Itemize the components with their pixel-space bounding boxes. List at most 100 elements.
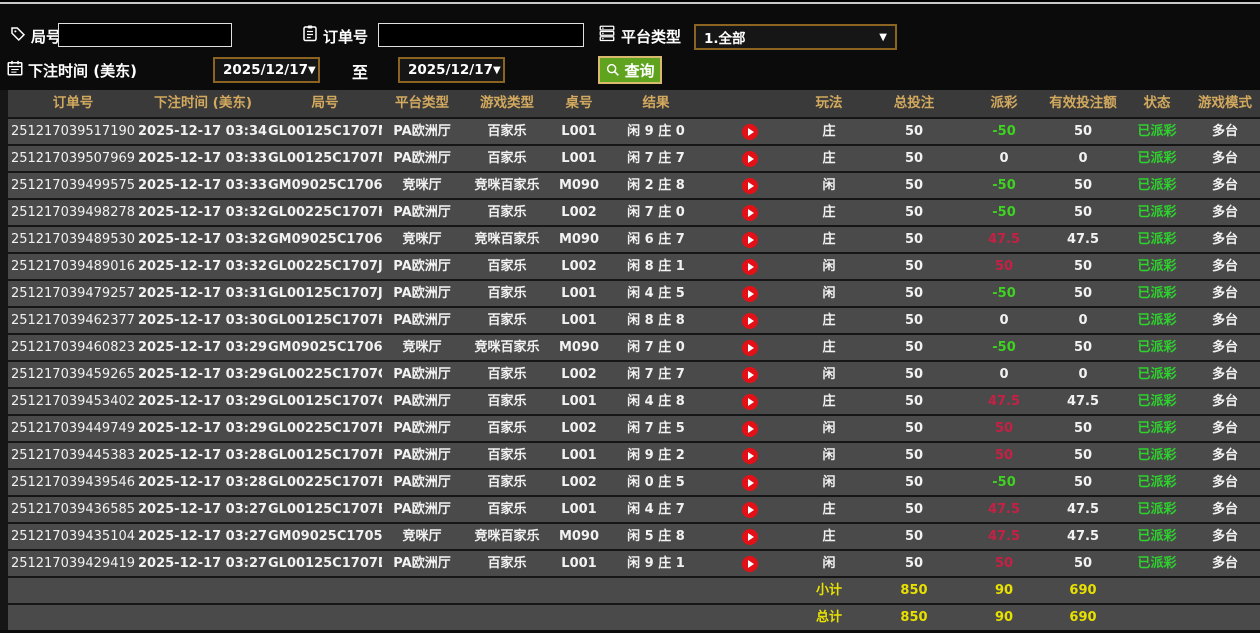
cell-bet: 50 xyxy=(864,254,964,279)
cell-table_no: M090 xyxy=(552,335,606,360)
cell-replay xyxy=(706,254,794,279)
play-icon[interactable] xyxy=(742,259,758,275)
cell-order: 251217039489016 xyxy=(8,254,138,279)
cell-platform: PA欧洲厅 xyxy=(382,119,462,144)
cell-valid: 50 xyxy=(1044,119,1122,144)
play-icon[interactable] xyxy=(742,340,758,356)
round-input[interactable] xyxy=(58,23,232,47)
cell-order: 251217039435104 xyxy=(8,524,138,549)
cell-game: 百家乐 xyxy=(462,443,552,468)
column-header: 局号 xyxy=(268,90,382,117)
cell-round: GL00225C1707K xyxy=(268,200,382,225)
play-icon[interactable] xyxy=(742,205,758,221)
cell-valid: 50 xyxy=(1044,335,1122,360)
cell-mode: 多台 xyxy=(1192,254,1258,279)
cell-valid: 0 xyxy=(1044,308,1122,333)
play-icon[interactable] xyxy=(742,448,758,464)
cell-status: 已派彩 xyxy=(1122,119,1192,144)
cell-status: 已派彩 xyxy=(1122,389,1192,414)
cell-replay xyxy=(706,146,794,171)
cell-valid: 50 xyxy=(1044,200,1122,225)
cell-result: 闲 7 庄 7 xyxy=(606,146,706,171)
cell-time: 2025-12-17 03:33:03 xyxy=(138,173,268,198)
orders-table: 订单号下注时间 (美东)局号平台类型游戏类型桌号结果玩法总投注派彩有效投注额状态… xyxy=(0,90,1260,630)
play-icon[interactable] xyxy=(742,421,758,437)
cell-status: 已派彩 xyxy=(1122,470,1192,495)
cell-bet: 50 xyxy=(864,470,964,495)
cell-platform: PA欧洲厅 xyxy=(382,443,462,468)
cell-game: 百家乐 xyxy=(462,146,552,171)
cell-play: 庄 xyxy=(794,335,864,360)
play-icon[interactable] xyxy=(742,556,758,572)
cell-order: 251217039489530 xyxy=(8,227,138,252)
cell-replay xyxy=(706,416,794,441)
column-header: 派彩 xyxy=(964,90,1044,117)
cell-game: 竞咪百家乐 xyxy=(462,227,552,252)
cell-mode: 多台 xyxy=(1192,551,1258,576)
cell-payout: 50 xyxy=(964,416,1044,441)
cell-table_no: L002 xyxy=(552,254,606,279)
cell-valid: 50 xyxy=(1044,281,1122,306)
play-icon[interactable] xyxy=(742,475,758,491)
cell-play: 闲 xyxy=(794,281,864,306)
date-from-select[interactable]: 2025/12/17 ▼ xyxy=(213,57,320,83)
cell-platform: PA欧洲厅 xyxy=(382,254,462,279)
cell-mode: 多台 xyxy=(1192,173,1258,198)
play-icon[interactable] xyxy=(742,232,758,248)
play-icon[interactable] xyxy=(742,178,758,194)
cell-platform: 竞咪厅 xyxy=(382,173,462,198)
cell-order: 251217039445383 xyxy=(8,443,138,468)
order-input[interactable] xyxy=(378,23,584,47)
table-row: 2512170395171902025-12-17 03:34:28GL0012… xyxy=(8,119,1260,144)
play-icon[interactable] xyxy=(742,394,758,410)
platform-select[interactable]: 1.全部 ▼ xyxy=(694,24,897,50)
total-valid: 690 xyxy=(1044,605,1122,630)
platform-select-value: 1.全部 xyxy=(704,27,746,47)
cell-platform: PA欧洲厅 xyxy=(382,362,462,387)
cell-round: GL00125C1707H xyxy=(268,308,382,333)
cell-round: GL00225C1707G xyxy=(268,362,382,387)
cell-status: 已派彩 xyxy=(1122,308,1192,333)
play-icon[interactable] xyxy=(742,151,758,167)
cell-mode: 多台 xyxy=(1192,200,1258,225)
cell-table_no: L002 xyxy=(552,416,606,441)
table-row: 2512170394534022025-12-17 03:29:20GL0012… xyxy=(8,389,1260,414)
cell-mode: 多台 xyxy=(1192,470,1258,495)
bet-time-label: 下注时间 (美东) xyxy=(28,60,137,81)
play-icon[interactable] xyxy=(742,367,758,383)
cell-valid: 50 xyxy=(1044,551,1122,576)
cell-play: 闲 xyxy=(794,173,864,198)
subtotal-row: 小计 850 90 690 xyxy=(8,578,1260,603)
cell-replay xyxy=(706,335,794,360)
column-header: 游戏模式 xyxy=(1192,90,1258,117)
cell-mode: 多台 xyxy=(1192,335,1258,360)
cell-game: 百家乐 xyxy=(462,308,552,333)
play-icon[interactable] xyxy=(742,529,758,545)
query-button[interactable]: 查询 xyxy=(598,56,662,84)
cell-platform: 竞咪厅 xyxy=(382,524,462,549)
play-icon[interactable] xyxy=(742,313,758,329)
cell-time: 2025-12-17 03:27:56 xyxy=(138,497,268,522)
play-icon[interactable] xyxy=(742,124,758,140)
table-row: 2512170394608232025-12-17 03:29:58GM0902… xyxy=(8,335,1260,360)
cell-status: 已派彩 xyxy=(1122,416,1192,441)
column-header: 桌号 xyxy=(552,90,606,117)
table-row: 2512170394497492025-12-17 03:29:00GL0022… xyxy=(8,416,1260,441)
cell-time: 2025-12-17 03:34:28 xyxy=(138,119,268,144)
play-icon[interactable] xyxy=(742,502,758,518)
date-to-select[interactable]: 2025/12/17 ▼ xyxy=(398,57,505,83)
column-header: 平台类型 xyxy=(382,90,462,117)
table-row: 2512170394982782025-12-17 03:32:56GL0022… xyxy=(8,200,1260,225)
cell-bet: 50 xyxy=(864,551,964,576)
cell-table_no: L002 xyxy=(552,200,606,225)
cell-payout: -50 xyxy=(964,173,1044,198)
cell-order: 251217039462377 xyxy=(8,308,138,333)
cell-status: 已派彩 xyxy=(1122,227,1192,252)
play-icon[interactable] xyxy=(742,286,758,302)
chevron-down-icon: ▼ xyxy=(308,65,316,76)
cell-order: 251217039479257 xyxy=(8,281,138,306)
cell-bet: 50 xyxy=(864,389,964,414)
cell-game: 百家乐 xyxy=(462,362,552,387)
cell-mode: 多台 xyxy=(1192,497,1258,522)
column-header xyxy=(706,90,794,117)
